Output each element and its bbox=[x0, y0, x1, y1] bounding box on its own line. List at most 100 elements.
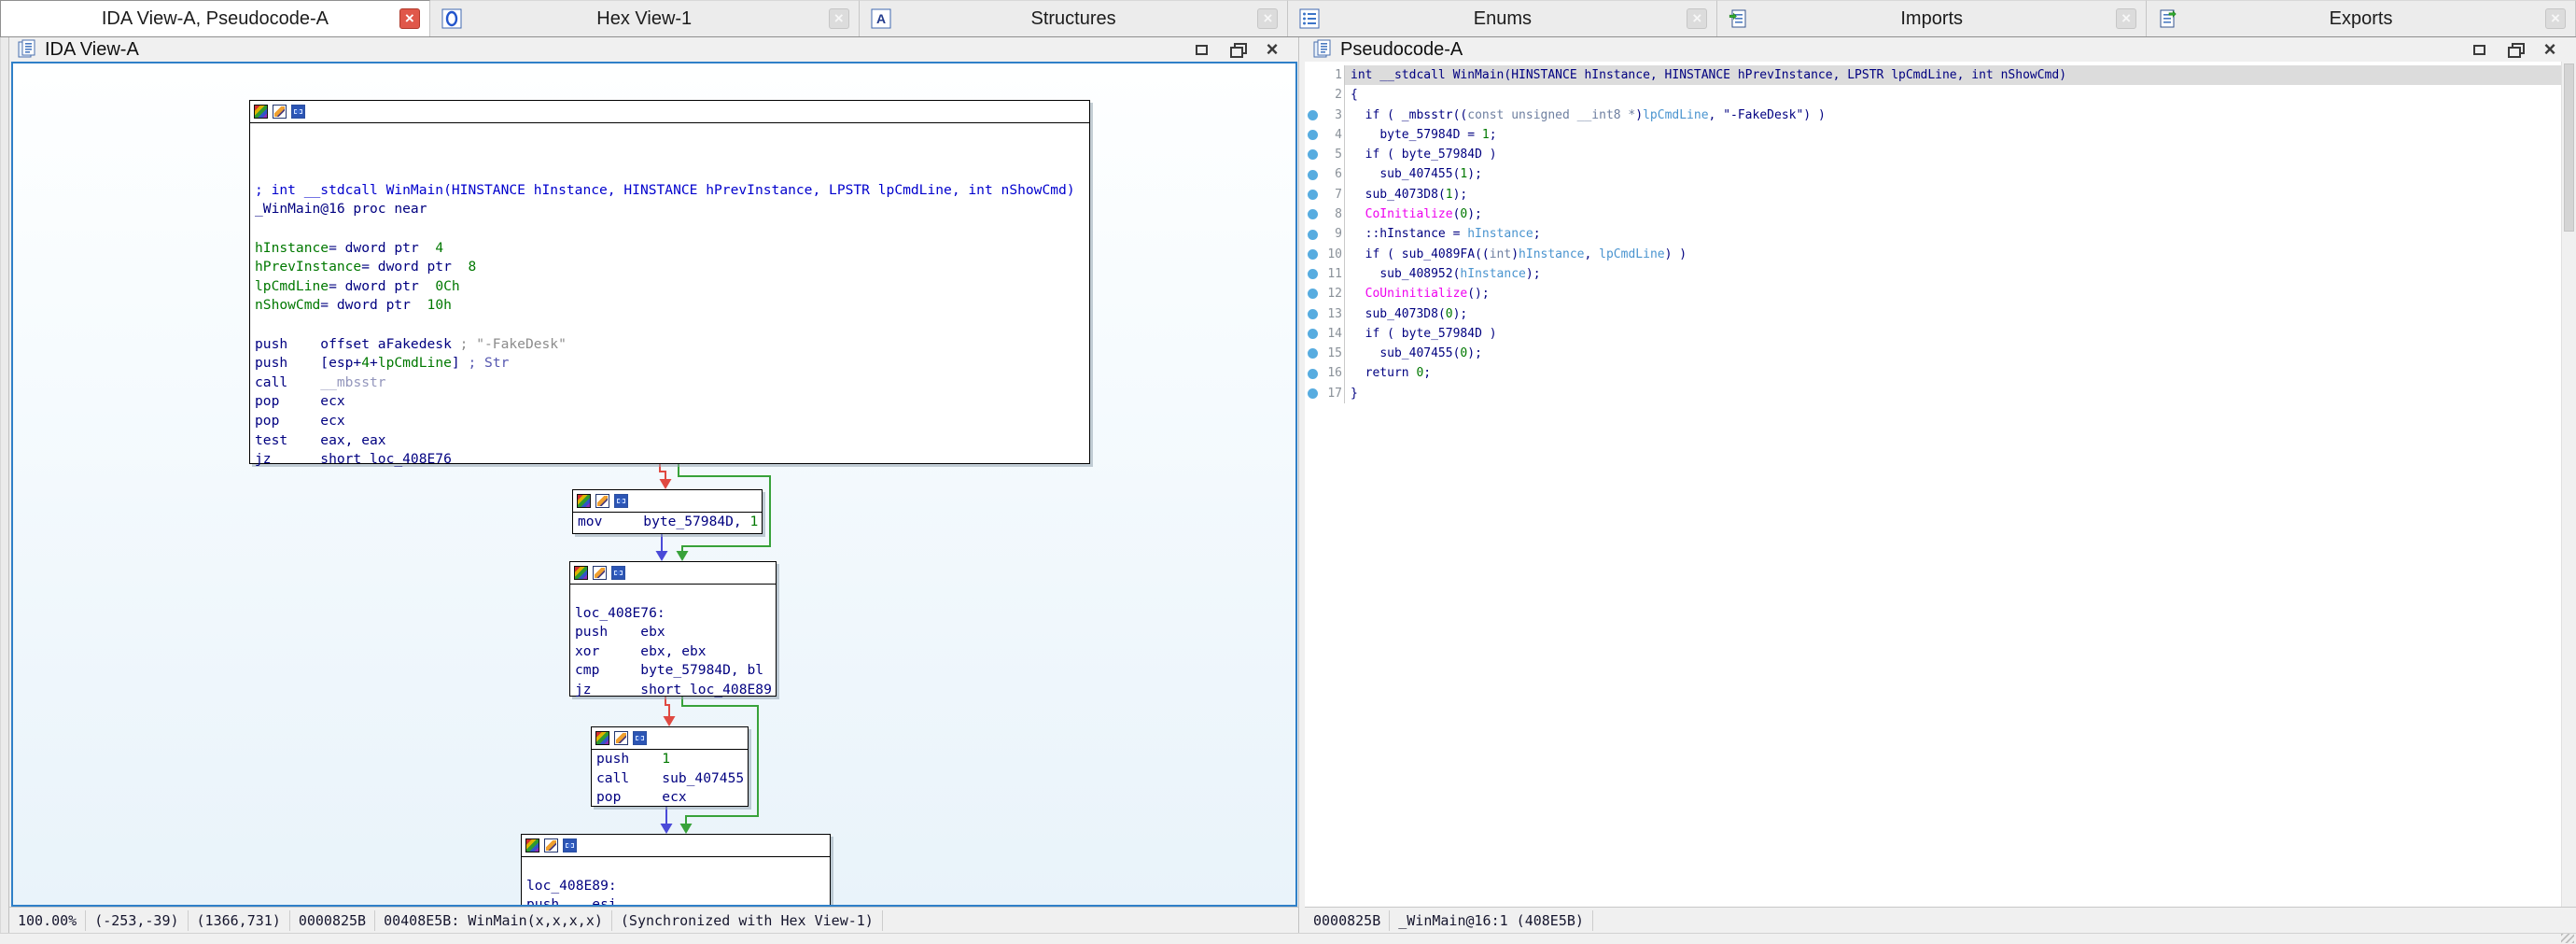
asm-line[interactable] bbox=[575, 585, 776, 604]
asm-line[interactable]: push ebx bbox=[575, 623, 776, 642]
asm-line[interactable]: call __mbsstr bbox=[255, 373, 1089, 393]
tab-close-icon[interactable]: × bbox=[2545, 8, 2566, 29]
asm-line[interactable]: hPrevInstance= dword ptr 8 bbox=[255, 258, 1089, 277]
pseudocode-line-7[interactable]: 7 sub_4073D8(1); bbox=[1305, 185, 2561, 204]
pseudocode-line-12[interactable]: 12 CoUninitialize(); bbox=[1305, 284, 2561, 303]
pseudocode-line-14[interactable]: 14 if ( byte_57984D ) bbox=[1305, 324, 2561, 344]
asm-line[interactable]: lpCmdLine= dword ptr 0Ch bbox=[255, 277, 1089, 297]
pseudocode-line-1[interactable]: 1int __stdcall WinMain(HINSTANCE hInstan… bbox=[1305, 65, 2561, 85]
edit-node-icon[interactable] bbox=[593, 566, 607, 580]
asm-line[interactable]: ; int __stdcall WinMain(HINSTANCE hInsta… bbox=[255, 181, 1089, 201]
line-code[interactable]: sub_4073D8(0); bbox=[1344, 304, 2561, 324]
pseudocode-line-3[interactable]: 3 if ( _mbsstr((const unsigned __int8 *)… bbox=[1305, 106, 2561, 125]
asm-line[interactable]: pop ecx bbox=[255, 412, 1089, 431]
node-loc-408E76[interactable]: loc_408E76:push ebxxor ebx, ebxcmp byte_… bbox=[569, 561, 777, 697]
tab-close-icon[interactable]: × bbox=[1687, 8, 1707, 29]
line-code[interactable]: if ( _mbsstr((const unsigned __int8 *)lp… bbox=[1344, 106, 2561, 125]
line-code[interactable]: if ( byte_57984D ) bbox=[1344, 145, 2561, 164]
node-winmain-entry[interactable]: ; int __stdcall WinMain(HINSTANCE hInsta… bbox=[249, 100, 1090, 464]
line-code[interactable]: if ( sub_4089FA((int)hInstance, lpCmdLin… bbox=[1344, 245, 2561, 264]
line-code[interactable]: CoInitialize(0); bbox=[1344, 204, 2561, 224]
group-node-icon[interactable] bbox=[614, 494, 628, 508]
edit-node-icon[interactable] bbox=[614, 731, 628, 745]
asm-line[interactable]: push 1 bbox=[596, 750, 748, 769]
pseudocode-line-5[interactable]: 5 if ( byte_57984D ) bbox=[1305, 145, 2561, 164]
edit-node-icon[interactable] bbox=[595, 494, 609, 508]
scrollbar-thumb[interactable] bbox=[2564, 63, 2574, 232]
asm-line[interactable] bbox=[255, 123, 1089, 143]
node-call-sub407455[interactable]: push 1call sub_407455pop ecx bbox=[591, 726, 749, 807]
node-color-palette-icon[interactable] bbox=[574, 566, 588, 580]
tab-close-icon[interactable]: × bbox=[399, 8, 420, 29]
line-code[interactable]: { bbox=[1344, 85, 2561, 105]
tab-ida-view-a-pseudocode-a[interactable]: IDA View-A, Pseudocode-A× bbox=[0, 0, 430, 36]
node-loc-408E89[interactable]: loc_408E89:push esi bbox=[521, 834, 831, 907]
pseudocode-line-4[interactable]: 4 byte_57984D = 1; bbox=[1305, 125, 2561, 145]
asm-line[interactable]: cmp byte_57984D, bl bbox=[575, 661, 776, 681]
asm-line[interactable]: test eax, eax bbox=[255, 431, 1089, 451]
line-code[interactable]: sub_407455(0); bbox=[1344, 344, 2561, 363]
asm-line[interactable]: nShowCmd= dword ptr 10h bbox=[255, 296, 1089, 316]
asm-line[interactable] bbox=[255, 143, 1089, 162]
maximize-button[interactable] bbox=[1190, 39, 1212, 60]
tab-structures[interactable]: AStructures× bbox=[860, 0, 1289, 36]
line-code[interactable]: sub_4073D8(1); bbox=[1344, 185, 2561, 204]
dock-handle-strip[interactable] bbox=[0, 37, 9, 933]
pseudocode-line-2[interactable]: 2{ bbox=[1305, 85, 2561, 105]
asm-line[interactable] bbox=[255, 316, 1089, 335]
pseudocode-line-16[interactable]: 16 return 0; bbox=[1305, 363, 2561, 383]
pseudocode-line-8[interactable]: 8 CoInitialize(0); bbox=[1305, 204, 2561, 224]
maximize-button[interactable] bbox=[2468, 39, 2490, 60]
asm-line[interactable]: push esi bbox=[526, 895, 830, 907]
close-button[interactable]: × bbox=[2539, 39, 2561, 60]
pseudocode-line-11[interactable]: 11 sub_408952(hInstance); bbox=[1305, 264, 2561, 284]
group-node-icon[interactable] bbox=[563, 838, 577, 852]
node-color-palette-icon[interactable] bbox=[577, 494, 591, 508]
tab-close-icon[interactable]: × bbox=[1257, 8, 1278, 29]
asm-line[interactable] bbox=[255, 162, 1089, 181]
asm-line[interactable]: loc_408E89: bbox=[526, 877, 830, 896]
line-code[interactable]: sub_407455(1); bbox=[1344, 164, 2561, 184]
vertical-scrollbar[interactable] bbox=[2561, 62, 2576, 907]
pseudocode-line-10[interactable]: 10 if ( sub_4089FA((int)hInstance, lpCmd… bbox=[1305, 245, 2561, 264]
line-code[interactable]: if ( byte_57984D ) bbox=[1344, 324, 2561, 344]
asm-line[interactable]: jz short loc_408E89 bbox=[575, 681, 776, 700]
line-code[interactable]: sub_408952(hInstance); bbox=[1344, 264, 2561, 284]
line-code[interactable]: int __stdcall WinMain(HINSTANCE hInstanc… bbox=[1344, 65, 2561, 85]
pseudocode-line-17[interactable]: 17} bbox=[1305, 384, 2561, 403]
asm-line[interactable]: call sub_407455 bbox=[596, 769, 748, 789]
pseudocode-line-6[interactable]: 6 sub_407455(1); bbox=[1305, 164, 2561, 184]
asm-line[interactable]: hInstance= dword ptr 4 bbox=[255, 239, 1089, 259]
restore-button[interactable] bbox=[2503, 39, 2526, 60]
tab-hex-view-1[interactable]: Hex View-1× bbox=[430, 0, 860, 36]
asm-line[interactable]: push [esp+4+lpCmdLine] ; Str bbox=[255, 354, 1089, 373]
group-node-icon[interactable] bbox=[611, 566, 625, 580]
line-code[interactable]: return 0; bbox=[1344, 363, 2561, 383]
asm-line[interactable]: _WinMain@16 proc near bbox=[255, 200, 1089, 219]
tab-close-icon[interactable]: × bbox=[2116, 8, 2136, 29]
line-code[interactable]: CoUninitialize(); bbox=[1344, 284, 2561, 303]
asm-line[interactable] bbox=[255, 219, 1089, 239]
asm-line[interactable]: loc_408E76: bbox=[575, 604, 776, 624]
asm-line[interactable]: pop ecx bbox=[255, 392, 1089, 412]
group-node-icon[interactable] bbox=[633, 731, 647, 745]
pseudocode-line-13[interactable]: 13 sub_4073D8(0); bbox=[1305, 304, 2561, 324]
restore-button[interactable] bbox=[1225, 39, 1248, 60]
line-code[interactable]: ::hInstance = hInstance; bbox=[1344, 224, 2561, 244]
edit-node-icon[interactable] bbox=[544, 838, 558, 852]
group-node-icon[interactable] bbox=[291, 105, 305, 119]
node-color-palette-icon[interactable] bbox=[254, 105, 268, 119]
tab-exports[interactable]: Exports× bbox=[2147, 0, 2576, 36]
close-button[interactable]: × bbox=[1261, 39, 1283, 60]
node-color-palette-icon[interactable] bbox=[595, 731, 609, 745]
line-code[interactable]: byte_57984D = 1; bbox=[1344, 125, 2561, 145]
asm-line[interactable]: push offset aFakedesk ; "-FakeDesk" bbox=[255, 335, 1089, 355]
node-set-flag[interactable]: mov byte_57984D, 1 bbox=[572, 489, 763, 534]
resize-grip[interactable] bbox=[2561, 934, 2574, 943]
pseudocode-editor[interactable]: 1int __stdcall WinMain(HINSTANCE hInstan… bbox=[1305, 62, 2576, 907]
edit-node-icon[interactable] bbox=[273, 105, 287, 119]
tab-enums[interactable]: Enums× bbox=[1288, 0, 1717, 36]
graph-view-canvas[interactable]: ; int __stdcall WinMain(HINSTANCE hInsta… bbox=[11, 62, 1297, 907]
asm-line[interactable] bbox=[526, 857, 830, 877]
pseudocode-line-15[interactable]: 15 sub_407455(0); bbox=[1305, 344, 2561, 363]
